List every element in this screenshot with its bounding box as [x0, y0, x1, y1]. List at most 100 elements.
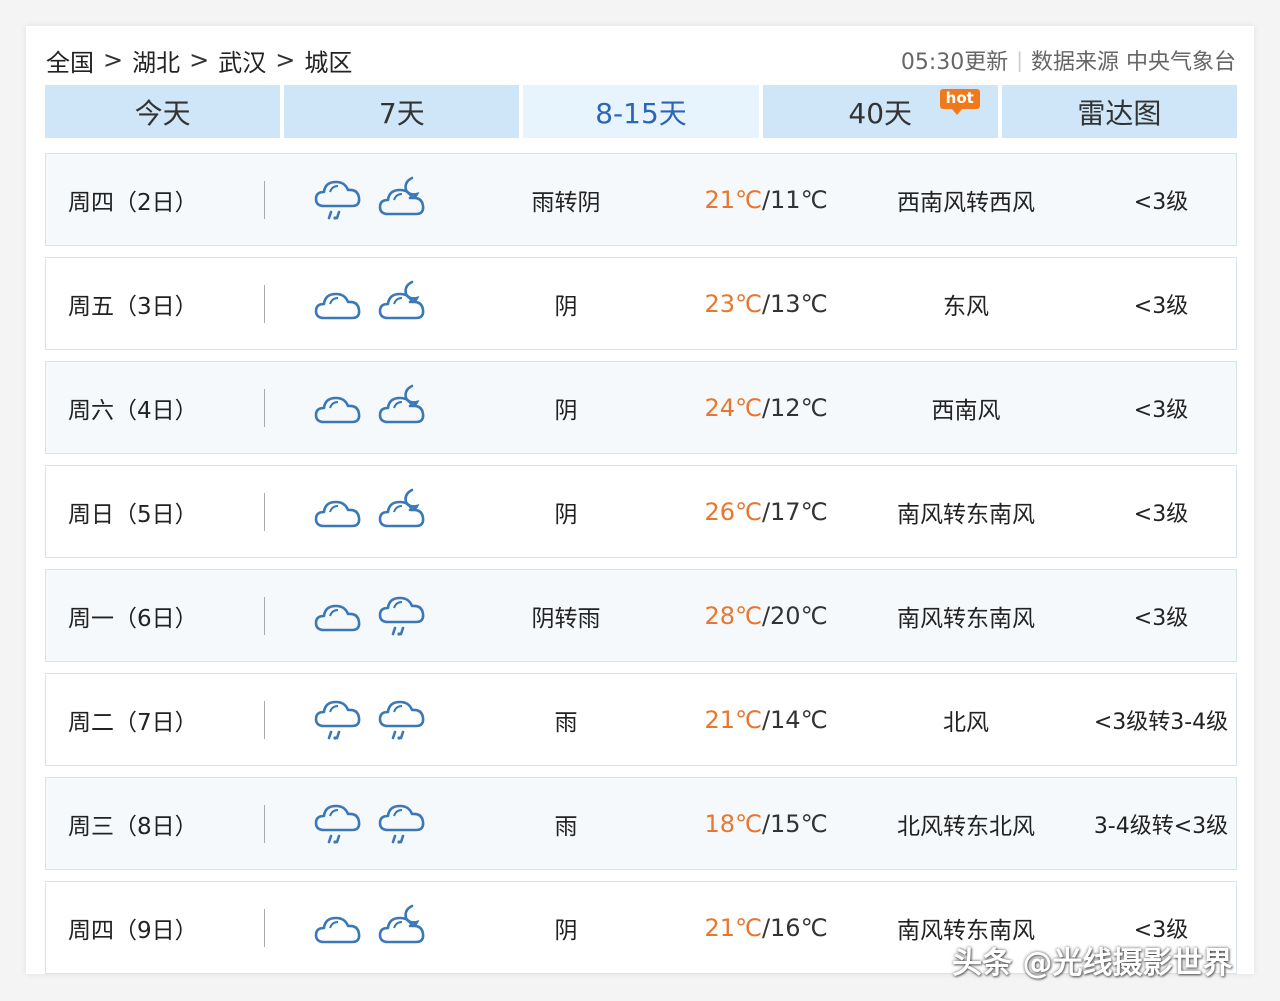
tab-today[interactable]: 今天: [45, 85, 281, 138]
low-temperature: /20℃: [761, 601, 828, 630]
tab-8-15-days[interactable]: 8-15天: [523, 85, 759, 138]
temperature-range: 21℃/16℃: [686, 914, 846, 942]
row-divider: [264, 701, 265, 739]
high-temperature: 24℃: [704, 393, 762, 422]
meta-divider: |: [1016, 48, 1023, 72]
update-meta: 05:30更新 | 数据来源 中央气象台: [901, 44, 1236, 76]
forecast-tabs: 今天 7天 8-15天 40天 hot 雷达图: [45, 85, 1238, 138]
day-label: 周五（3日）: [68, 293, 198, 320]
temperature-range: 18℃/15℃: [686, 810, 846, 838]
low-temperature: /15℃: [761, 809, 828, 838]
top-bar: 全国 > 湖北 > 武汉 > 城区 05:30更新 | 数据来源 中央气象台: [46, 38, 1236, 82]
forecast-list: 周四（2日） 雨转阴 21℃/11℃ 西南风转西风 <3级 周五（3日）阴 23℃/13℃ 东…: [45, 153, 1237, 985]
weather-icons: [312, 696, 428, 744]
tab-label: 雷达图: [1077, 96, 1162, 130]
weather-description: 阴: [554, 501, 578, 528]
day-label: 周日（5日）: [68, 501, 198, 528]
wind-level: <3级: [1133, 293, 1189, 319]
day-label: 周四（9日）: [68, 917, 198, 944]
tab-label: 8-15天: [595, 96, 687, 130]
rain-cloud-icon: [378, 804, 425, 845]
cloud-icon: [314, 500, 361, 528]
weather-description: 阴: [554, 397, 578, 424]
forecast-row: 周二（7日） 雨 21℃/14℃ 北风 <3级转3-4级: [45, 673, 1237, 766]
wind-direction: 北风转东北风: [897, 813, 1035, 840]
row-divider: [264, 909, 265, 947]
temperature-range: 23℃/13℃: [686, 290, 846, 318]
tab-40-days[interactable]: 40天 hot: [762, 85, 998, 138]
breadcrumb-item-country[interactable]: 全国: [46, 43, 94, 78]
forecast-row: 周一（6日） 阴转雨 28℃/20℃ 南风转东南风 <3级: [45, 569, 1237, 662]
day-label: 周三（8日）: [68, 813, 198, 840]
data-source: 数据来源 中央气象台: [1031, 50, 1236, 75]
high-temperature: 21℃: [704, 705, 762, 734]
cloud-moon-icon: [378, 488, 425, 528]
low-temperature: /11℃: [761, 185, 828, 214]
weather-description: 雨: [554, 813, 578, 840]
low-temperature: /16℃: [761, 913, 828, 942]
temperature-range: 21℃/14℃: [686, 706, 846, 734]
breadcrumb-separator: >: [275, 46, 296, 74]
forecast-row: 周三（8日） 雨 18℃/15℃ 北风转东北风 3-4级转<3级: [45, 777, 1237, 870]
high-temperature: 21℃: [704, 913, 762, 942]
weather-description: 阴: [554, 917, 578, 944]
tab-radar[interactable]: 雷达图: [1001, 85, 1238, 138]
row-divider: [264, 597, 265, 635]
weather-description: 雨转阴: [531, 189, 601, 216]
wind-direction: 北风: [943, 709, 989, 736]
high-temperature: 26℃: [704, 497, 762, 526]
cloud-icon: [314, 292, 361, 320]
temperature-range: 26℃/17℃: [686, 498, 846, 526]
wind-level: <3级: [1133, 605, 1189, 631]
day-label: 周四（2日）: [68, 189, 198, 216]
wind-level: 3-4级转<3级: [1093, 813, 1229, 839]
tab-label: 7天: [378, 96, 425, 130]
weather-icons: [312, 280, 428, 328]
forecast-row: 周五（3日） 阴 23℃/13℃ 东风 <3级: [45, 257, 1237, 350]
temperature-range: 21℃/11℃: [686, 186, 846, 214]
rain-cloud-icon: [378, 700, 425, 741]
weather-icons: [312, 592, 428, 640]
weather-icons: [312, 176, 428, 224]
rain-cloud-icon: [314, 804, 361, 845]
low-temperature: /12℃: [761, 393, 828, 422]
weather-icons: [312, 488, 428, 536]
forecast-row: 周六（4日） 阴 24℃/12℃ 西南风 <3级: [45, 361, 1237, 454]
update-time: 05:30更新: [900, 50, 1009, 75]
forecast-row: 周四（2日） 雨转阴 21℃/11℃ 西南风转西风 <3级: [45, 153, 1237, 246]
day-label: 周六（4日）: [68, 397, 198, 424]
high-temperature: 28℃: [704, 601, 762, 630]
breadcrumb-item-district[interactable]: 城区: [304, 43, 352, 78]
cloud-moon-icon: [378, 176, 425, 216]
hot-badge: hot: [939, 89, 980, 115]
row-divider: [264, 389, 265, 427]
temperature-range: 28℃/20℃: [686, 602, 846, 630]
low-temperature: /14℃: [761, 705, 828, 734]
row-divider: [264, 285, 265, 323]
high-temperature: 18℃: [704, 809, 762, 838]
forecast-row: 周日（5日） 阴 26℃/17℃ 南风转东南风 <3级: [45, 465, 1237, 558]
breadcrumb-item-province[interactable]: 湖北: [132, 43, 180, 78]
wind-direction: 南风转东南风: [897, 605, 1035, 632]
row-divider: [264, 181, 265, 219]
wind-direction: 东风: [943, 293, 989, 320]
wind-level: <3级: [1133, 397, 1189, 423]
low-temperature: /13℃: [761, 289, 828, 318]
wind-level: <3级: [1133, 501, 1189, 527]
breadcrumb: 全国 > 湖北 > 武汉 > 城区: [46, 43, 352, 78]
wind-level: <3级转3-4级: [1093, 709, 1229, 735]
day-label: 周二（7日）: [68, 709, 198, 736]
cloud-icon: [314, 396, 361, 424]
rain-cloud-icon: [314, 180, 361, 221]
breadcrumb-separator: >: [103, 46, 124, 74]
wind-direction: 西南风: [931, 397, 1001, 424]
row-divider: [264, 493, 265, 531]
cloud-moon-icon: [378, 384, 425, 424]
rain-cloud-icon: [378, 596, 425, 637]
cloud-icon: [314, 916, 361, 944]
cloud-moon-icon: [378, 904, 425, 944]
breadcrumb-item-city[interactable]: 武汉: [218, 43, 266, 78]
tab-7-days[interactable]: 7天: [284, 85, 520, 138]
tab-label: 今天: [134, 96, 191, 130]
day-label: 周一（6日）: [68, 605, 198, 632]
